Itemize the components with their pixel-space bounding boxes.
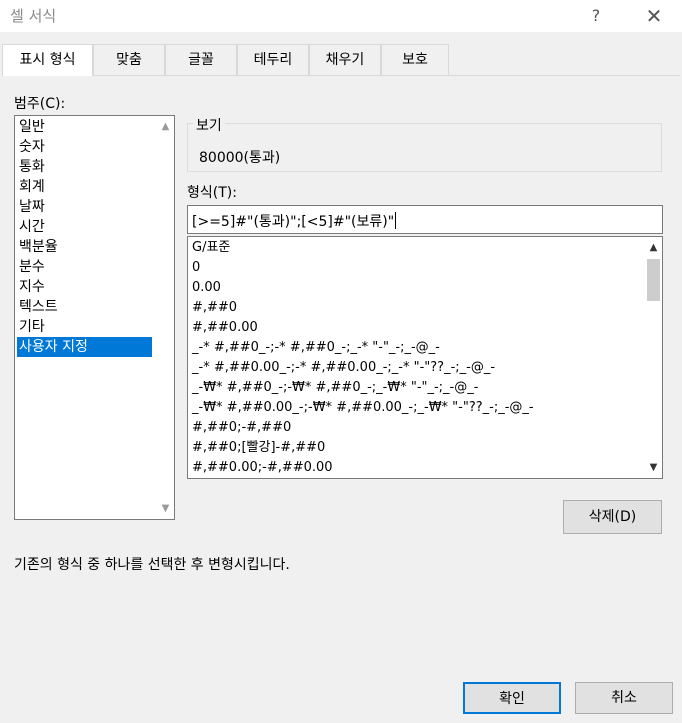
scroll-up-icon[interactable]: ▲ xyxy=(157,118,174,135)
title-bar: 셀 서식 ? ✕ xyxy=(0,0,682,32)
category-item-special[interactable]: 기타 xyxy=(17,317,152,337)
close-button[interactable]: ✕ xyxy=(634,2,674,30)
tab-number[interactable]: 표시 형식 xyxy=(2,44,93,76)
scroll-thumb[interactable] xyxy=(647,259,660,301)
dialog-title: 셀 서식 xyxy=(10,7,57,25)
preview-title: 보기 xyxy=(193,115,225,135)
preview-value: 80000(통과) xyxy=(199,150,281,166)
category-item-text[interactable]: 텍스트 xyxy=(17,297,152,317)
category-item-scientific[interactable]: 지수 xyxy=(17,277,152,297)
cancel-button[interactable]: 취소 xyxy=(575,682,673,714)
description-text: 기존의 형식 중 하나를 선택한 후 변형시킵니다. xyxy=(14,557,290,573)
category-label: 범주(C): xyxy=(14,96,66,112)
format-list-item[interactable]: _-₩* #,##0_-;-₩* #,##0_-;_-₩* "-"_-;_-@_… xyxy=(192,378,478,398)
format-input[interactable]: [>=5]#"(통과)";[<5]#"(보류)" xyxy=(187,205,663,234)
ok-button[interactable]: 확인 xyxy=(463,682,561,714)
text-caret xyxy=(395,212,397,229)
category-item-accounting[interactable]: 회계 xyxy=(17,177,152,197)
format-list-item[interactable]: #,##0;[빨강]-#,##0 xyxy=(192,438,325,458)
format-list-item[interactable]: _-* #,##0.00_-;-* #,##0.00_-;_-* "-"??_-… xyxy=(192,358,495,378)
category-list[interactable]: 일반 숫자 통화 회계 날짜 시간 백분율 분수 지수 텍스트 기타 사용자 지… xyxy=(14,115,175,520)
format-list-item[interactable]: 0.00 xyxy=(192,278,221,298)
category-item-currency[interactable]: 통화 xyxy=(17,157,152,177)
format-list-item[interactable]: 0 xyxy=(192,258,200,278)
category-item-percentage[interactable]: 백분율 xyxy=(17,237,152,257)
tab-border[interactable]: 테두리 xyxy=(237,44,309,75)
category-item-custom[interactable]: 사용자 지정 xyxy=(17,337,152,357)
scroll-up-icon[interactable]: ▲ xyxy=(645,239,662,256)
category-item-fraction[interactable]: 분수 xyxy=(17,257,152,277)
format-list-item[interactable]: _-₩* #,##0.00_-;-₩* #,##0.00_-;_-₩* "-"?… xyxy=(192,398,534,418)
tab-alignment[interactable]: 맞춤 xyxy=(93,44,165,75)
format-list-item[interactable]: #,##0.00;-#,##0.00 xyxy=(192,458,333,478)
tab-fill[interactable]: 채우기 xyxy=(309,44,381,75)
category-item-number[interactable]: 숫자 xyxy=(17,137,152,157)
format-list-item[interactable]: #,##0.00 xyxy=(192,318,258,338)
format-list[interactable]: G/표준 0 0.00 #,##0 #,##0.00 _-* #,##0_-;-… xyxy=(187,236,663,479)
format-list-scrollbar[interactable]: ▲ ▼ xyxy=(645,237,662,478)
delete-button[interactable]: 삭제(D) xyxy=(563,500,662,534)
category-item-time[interactable]: 시간 xyxy=(17,217,152,237)
category-item-general[interactable]: 일반 xyxy=(17,117,152,137)
category-scrollbar[interactable]: ▲ ▼ xyxy=(157,116,174,519)
scroll-down-icon[interactable]: ▼ xyxy=(157,500,174,517)
tab-protection[interactable]: 보호 xyxy=(381,44,449,75)
format-input-text: [>=5]#"(통과)";[<5]#"(보류)" xyxy=(192,214,395,230)
format-label: 형식(T): xyxy=(187,185,237,201)
tab-font[interactable]: 글꼴 xyxy=(165,44,237,75)
format-list-item[interactable]: G/표준 xyxy=(192,238,230,258)
format-list-item[interactable]: #,##0;-#,##0 xyxy=(192,418,291,438)
scroll-down-icon[interactable]: ▼ xyxy=(645,459,662,476)
format-list-item[interactable]: #,##0 xyxy=(192,298,237,318)
format-list-item[interactable]: _-* #,##0_-;-* #,##0_-;_-* "-"_-;_-@_- xyxy=(192,338,440,358)
help-button[interactable]: ? xyxy=(576,2,616,30)
category-item-date[interactable]: 날짜 xyxy=(17,197,152,217)
